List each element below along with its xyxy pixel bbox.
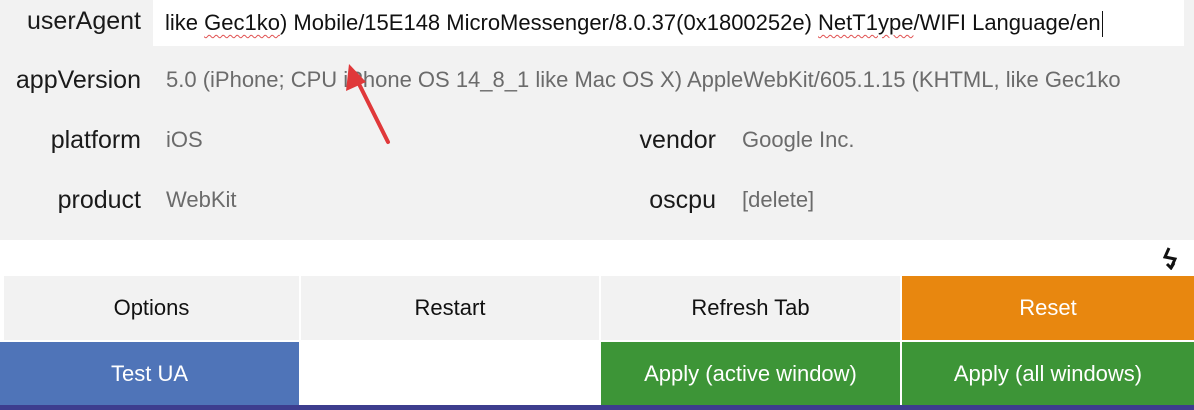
- empty-button-slot: [301, 342, 599, 406]
- oscpu-value[interactable]: [delete]: [742, 170, 1182, 230]
- useragent-value-misspelled-2: NetT1ype: [818, 10, 914, 35]
- product-label: product: [57, 186, 141, 214]
- restart-button[interactable]: Restart: [301, 276, 599, 340]
- useragent-value-suffix: /WIFI Language/en: [913, 10, 1101, 35]
- vendor-value[interactable]: Google Inc.: [742, 110, 1182, 170]
- useragent-value-misspelled-1: Gec1ko: [204, 10, 280, 35]
- platform-value[interactable]: iOS: [166, 110, 566, 170]
- appversion-row: appVersion 5.0 (iPhone; CPU iPhone OS 14…: [0, 50, 1194, 110]
- useragent-value-mid: ) Mobile/15E148 MicroMessenger/8.0.37(0x…: [279, 10, 819, 35]
- platform-label: platform: [50, 126, 141, 154]
- text-caret: [1101, 11, 1103, 38]
- apply-active-window-button[interactable]: Apply (active window): [601, 342, 900, 406]
- vendor-label: vendor: [639, 126, 716, 154]
- platform-vendor-row: platform iOS vendor Google Inc.: [0, 110, 1194, 170]
- product-oscpu-row: product WebKit oscpu [delete]: [0, 170, 1194, 230]
- bottom-divider: [0, 405, 1194, 410]
- product-value[interactable]: WebKit: [166, 170, 566, 230]
- oscpu-label: oscpu: [649, 186, 716, 214]
- test-ua-button[interactable]: Test UA: [0, 342, 299, 406]
- refresh-tab-button[interactable]: Refresh Tab: [601, 276, 900, 340]
- apply-all-windows-button[interactable]: Apply (all windows): [902, 342, 1194, 406]
- ua-settings-panel: userAgent like Gec1ko) Mobile/15E148 Mic…: [0, 0, 1194, 240]
- appversion-label: appVersion: [15, 66, 141, 94]
- options-button[interactable]: Options: [4, 276, 299, 340]
- lightning-icon[interactable]: [1158, 246, 1182, 270]
- useragent-label: userAgent: [27, 7, 141, 35]
- reset-button[interactable]: Reset: [902, 276, 1194, 340]
- useragent-input[interactable]: like Gec1ko) Mobile/15E148 MicroMessenge…: [153, 0, 1184, 46]
- appversion-value[interactable]: 5.0 (iPhone; CPU iPhone OS 14_8_1 like M…: [166, 50, 1186, 110]
- useragent-value-prefix: like: [165, 10, 205, 35]
